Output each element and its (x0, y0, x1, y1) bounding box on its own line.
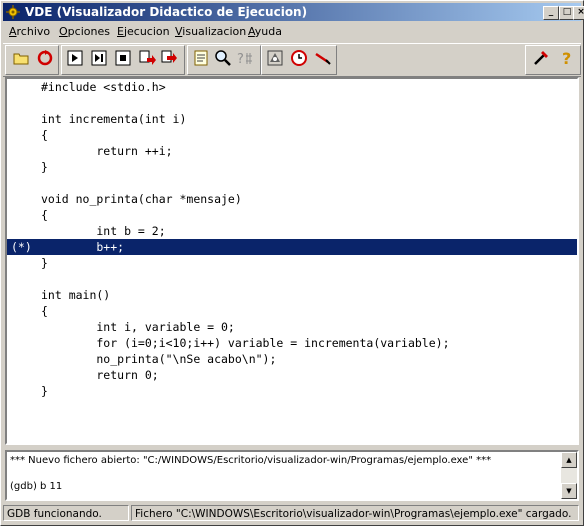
step-into-icon[interactable] (137, 48, 157, 68)
source-code-view[interactable]: #include <stdio.h> int incrementa(int i) {… (5, 77, 579, 445)
console-line: *** Nuevo fichero abierto: "C:/WINDOWS/E… (10, 455, 492, 466)
console-scrollbar[interactable]: ▲ ▼ (561, 452, 577, 499)
code-line[interactable]: return 0; (7, 367, 577, 383)
menu-opciones[interactable]: Opciones (59, 25, 110, 38)
scroll-up-button[interactable]: ▲ (561, 452, 577, 468)
gdb-console[interactable]: *** Nuevo fichero abierto: "C:/WINDOWS/E… (5, 450, 579, 501)
eval-icon[interactable]: ? (235, 48, 255, 68)
memory-icon[interactable] (313, 48, 333, 68)
code-line[interactable]: int incrementa(int i) (7, 111, 577, 127)
step-out-icon[interactable] (159, 48, 179, 68)
stop-icon[interactable] (113, 48, 133, 68)
menu-visualizacion[interactable]: Visualizacion (175, 25, 246, 38)
code-text: } (41, 160, 48, 174)
minimize-button[interactable]: _ (543, 6, 559, 20)
code-text: no_printa("\nSe acabo\n"); (41, 352, 277, 366)
close-button[interactable]: × (573, 6, 584, 20)
menu-archivo[interactable]: Archivo (9, 25, 50, 38)
console-line: (gdb) b 11 (10, 481, 63, 492)
code-text: void no_printa(char *mensaje) (41, 192, 242, 206)
code-line[interactable]: { (7, 207, 577, 223)
svg-text:?: ? (237, 52, 244, 67)
current-code-line[interactable]: (*) b++; (7, 239, 577, 255)
watch-icon[interactable] (191, 48, 211, 68)
code-line[interactable]: { (7, 303, 577, 319)
code-line[interactable] (7, 175, 577, 191)
code-text: b++; (41, 240, 125, 254)
code-text: { (41, 208, 48, 222)
help-icon[interactable]: ? (557, 48, 577, 68)
menu-bar: Archivo Opciones Ejecucion Visualizacion… (3, 23, 581, 41)
code-text: { (41, 128, 48, 142)
code-line[interactable]: } (7, 255, 577, 271)
restart-icon[interactable] (35, 48, 55, 68)
code-line[interactable]: return ++i; (7, 143, 577, 159)
tools-icon[interactable] (531, 48, 551, 68)
menu-ayuda[interactable]: Ayuda (248, 25, 282, 38)
run-icon[interactable] (65, 48, 85, 68)
title-bar[interactable]: VDE (Visualizador Didactico de Ejecucion… (3, 3, 584, 21)
line-marker: (*) (11, 240, 32, 254)
search-icon[interactable] (213, 48, 233, 68)
code-line[interactable] (7, 271, 577, 287)
clock-icon[interactable] (289, 48, 309, 68)
main-window: VDE (Visualizador Didactico de Ejecucion… (0, 0, 584, 526)
svg-text:?: ? (562, 49, 571, 68)
code-text: int b = 2; (41, 224, 166, 238)
step-icon[interactable] (89, 48, 109, 68)
status-bar: GDB funcionando. Fichero "C:\WINDOWS\Esc… (3, 504, 581, 523)
code-text: for (i=0;i<10;i++) variable = incrementa… (41, 336, 450, 350)
code-line[interactable]: for (i=0;i<10;i++) variable = incrementa… (7, 335, 577, 351)
code-line[interactable]: no_printa("\nSe acabo\n"); (7, 351, 577, 367)
app-icon (6, 5, 20, 19)
code-line[interactable]: int i, variable = 0; (7, 319, 577, 335)
code-text: } (41, 256, 48, 270)
code-line[interactable] (7, 95, 577, 111)
code-line[interactable]: int main() (7, 287, 577, 303)
code-text: { (41, 304, 48, 318)
code-line[interactable]: } (7, 383, 577, 399)
scroll-down-button[interactable]: ▼ (561, 483, 577, 499)
menu-ejecucion[interactable]: Ejecucion (117, 25, 170, 38)
breakpoint-icon[interactable] (265, 48, 285, 68)
code-text: return ++i; (41, 144, 173, 158)
code-text: } (41, 384, 48, 398)
status-file: Fichero "C:\WINDOWS\Escritorio\visualiza… (131, 505, 579, 521)
code-text: int i, variable = 0; (41, 320, 235, 334)
code-text: #include <stdio.h> (41, 80, 166, 94)
status-gdb: GDB funcionando. (3, 505, 129, 521)
code-text: int main() (41, 288, 111, 302)
code-line[interactable]: { (7, 127, 577, 143)
code-line[interactable]: } (7, 159, 577, 175)
code-text: return 0; (41, 368, 159, 382)
code-line[interactable]: void no_printa(char *mensaje) (7, 191, 577, 207)
code-line[interactable]: int b = 2; (7, 223, 577, 239)
window-title: VDE (Visualizador Didactico de Ejecucion… (25, 5, 308, 19)
code-text: int incrementa(int i) (41, 112, 187, 126)
code-line[interactable]: #include <stdio.h> (7, 79, 577, 95)
toolbar: ? ? (3, 43, 581, 77)
open-folder-icon[interactable] (11, 48, 31, 68)
